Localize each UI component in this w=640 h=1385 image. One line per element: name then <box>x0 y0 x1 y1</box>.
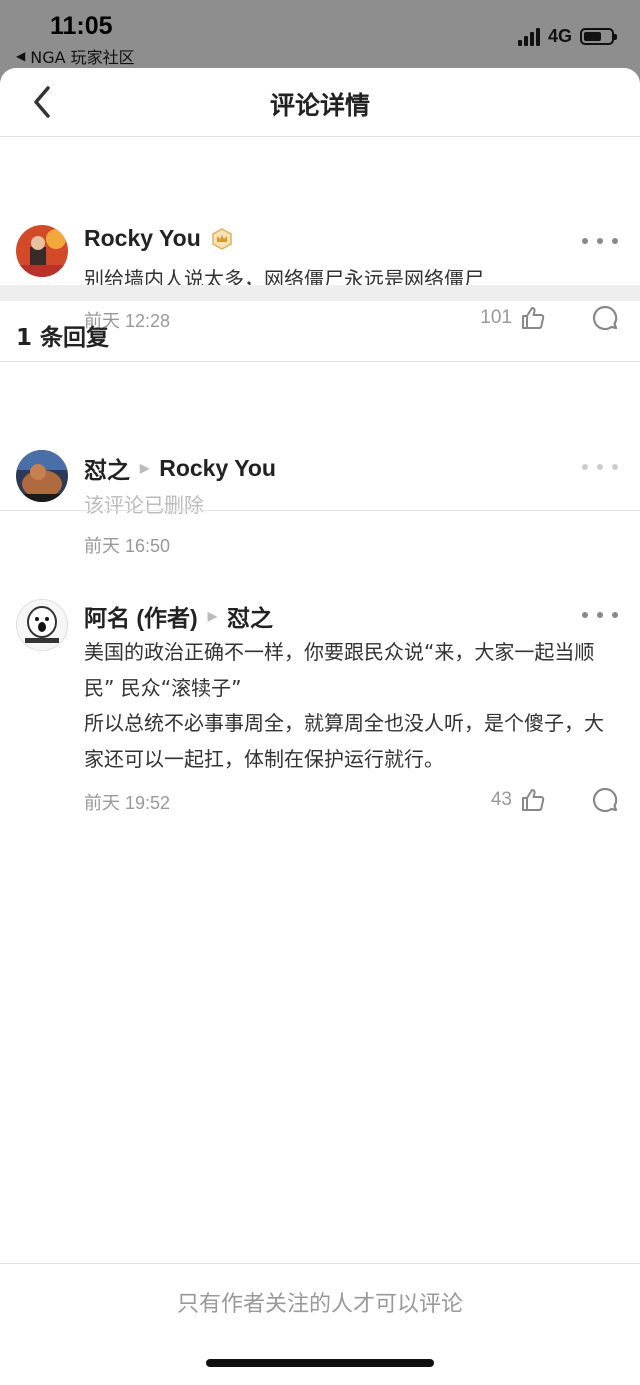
reply-to-user[interactable]: Rocky You <box>159 455 276 482</box>
restriction-notice: 只有作者关注的人才可以评论 <box>176 1292 463 1317</box>
comment-restriction-footer: 只有作者关注的人才可以评论 <box>0 1263 640 1385</box>
avatar[interactable] <box>16 450 68 502</box>
reply-time: 前天 16:50 <box>84 536 171 556</box>
reply-text: 美国的政治正确不一样，你要跟民众说“来，大家一起当顺民” 民众“滚犊子” <box>84 640 595 700</box>
reply-arrow-icon: ▶ <box>140 461 150 475</box>
reply-time: 前天 19:52 <box>84 793 171 813</box>
replies-header: 1 条回复 <box>16 325 110 351</box>
reply-arrow-icon: ▶ <box>207 609 217 623</box>
network-type: 4G <box>547 26 572 46</box>
status-bar: 11:05 ◀ NGA 玩家社区 4G <box>0 0 640 68</box>
back-app-label: NGA 玩家社区 <box>30 48 135 67</box>
like-count: 43 <box>490 789 512 810</box>
reply-author[interactable]: 怼之 <box>84 451 130 485</box>
author-name: Rocky You <box>84 225 201 251</box>
thumbs-up-icon <box>522 789 545 811</box>
back-to-app-link[interactable]: ◀ NGA 玩家社区 <box>16 44 135 68</box>
more-options-button[interactable] <box>582 605 618 625</box>
like-button[interactable]: 43 <box>491 787 546 813</box>
like-button[interactable]: 101 <box>480 305 546 331</box>
comment-detail-sheet: 评论详情 Rocky You 别给墙内人说太多，网络僵尸永远是网络僵尸 前天 1… <box>0 68 640 1385</box>
battery-icon <box>580 28 617 45</box>
back-triangle-icon: ◀ <box>16 49 26 63</box>
reply-author-line: 怼之 ▶ Rocky You <box>84 451 276 485</box>
divider <box>0 510 640 511</box>
reply-to-user[interactable]: 怼之 <box>227 599 273 633</box>
reply-icon[interactable] <box>592 305 618 331</box>
like-count: 101 <box>480 307 512 328</box>
thumbs-up-icon <box>522 307 545 329</box>
nav-bar: 评论详情 <box>0 68 640 137</box>
reply-author[interactable]: 阿名 (作者) <box>84 599 198 633</box>
signal-icon <box>517 27 540 46</box>
more-options-button[interactable] <box>582 231 618 251</box>
reply-text: 该评论已删除 <box>84 493 204 517</box>
page-title: 评论详情 <box>269 91 370 120</box>
comment-author[interactable]: Rocky You <box>84 225 233 252</box>
divider <box>0 361 640 362</box>
avatar[interactable] <box>16 225 68 277</box>
status-time: 11:05 <box>50 12 113 40</box>
crown-badge-icon <box>212 227 232 250</box>
home-indicator[interactable] <box>206 1359 434 1367</box>
reply-icon[interactable] <box>592 787 618 813</box>
more-options-button[interactable] <box>582 457 618 477</box>
avatar[interactable] <box>16 599 68 651</box>
reply-text-continued: 所以总统不必事事周全，就算周全也没人听，是个傻子，大家还可以一起扛，体制在保护运… <box>84 711 604 771</box>
section-gap <box>0 285 640 301</box>
reply-author-line: 阿名 (作者) ▶ 怼之 <box>84 599 273 633</box>
